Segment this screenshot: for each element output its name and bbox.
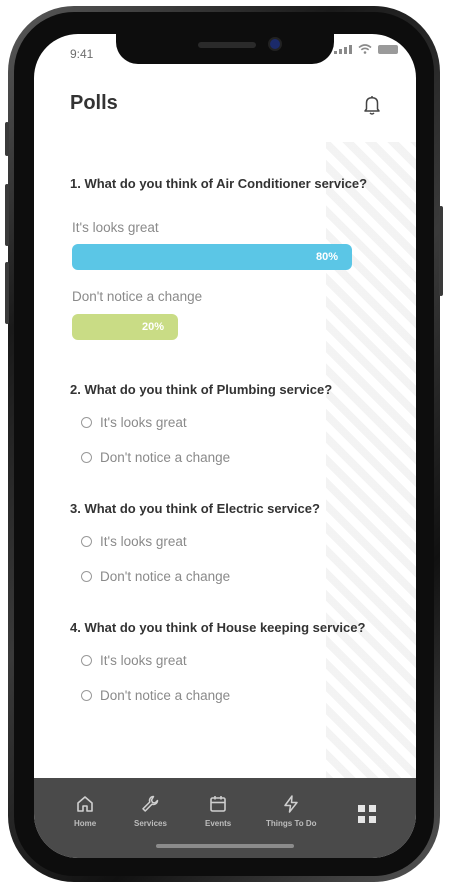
poll-result-label-1: It's looks great bbox=[72, 220, 159, 235]
mute-switch bbox=[5, 122, 9, 156]
poll-option-label: Don't notice a change bbox=[100, 569, 231, 584]
camera bbox=[268, 37, 282, 51]
poll-result-percent-2: 20% bbox=[141, 321, 164, 333]
radio-button[interactable] bbox=[81, 452, 92, 463]
tab-events[interactable]: Events bbox=[205, 794, 231, 828]
speaker bbox=[198, 42, 256, 48]
poll-result-bar-2: 20% bbox=[72, 314, 178, 340]
poll-option-label: Don't notice a change bbox=[100, 688, 231, 703]
radio-button[interactable] bbox=[81, 571, 92, 582]
calendar-icon bbox=[210, 796, 226, 812]
radio-button[interactable] bbox=[81, 690, 92, 701]
signal-icon bbox=[334, 44, 352, 54]
poll-option-label: Don't notice a change bbox=[100, 450, 231, 465]
background-pattern bbox=[326, 142, 416, 782]
battery-icon bbox=[378, 44, 398, 54]
poll-question-3: 3. What do you think of Electric service… bbox=[70, 501, 320, 516]
poll-option[interactable]: Don't notice a change bbox=[81, 688, 230, 703]
tab-label: Events bbox=[205, 819, 232, 828]
poll-option[interactable]: It's looks great bbox=[81, 415, 187, 430]
poll-option-label: It's looks great bbox=[100, 653, 187, 668]
tab-label: Things To Do bbox=[266, 819, 317, 828]
wrench-icon bbox=[142, 795, 159, 812]
home-icon bbox=[77, 796, 93, 812]
grid-menu-icon[interactable] bbox=[358, 805, 376, 823]
poll-result-percent-1: 80% bbox=[315, 251, 338, 263]
poll-option[interactable]: Don't notice a change bbox=[81, 450, 230, 465]
poll-option[interactable]: Don't notice a change bbox=[81, 569, 230, 584]
poll-question-1: 1. What do you think of Air Conditioner … bbox=[70, 176, 368, 191]
tab-label: Services bbox=[134, 819, 167, 828]
poll-question-4: 4. What do you think of House keeping se… bbox=[70, 620, 366, 635]
tab-things-to-do[interactable]: Things To Do bbox=[266, 794, 317, 828]
radio-button[interactable] bbox=[81, 655, 92, 666]
notch bbox=[116, 34, 334, 64]
page-title: Polls bbox=[70, 92, 118, 114]
notification-bell-icon[interactable] bbox=[362, 94, 382, 116]
volume-up-button bbox=[5, 184, 9, 246]
app-screen: 9:41 Polls 1. What do you think of Air C… bbox=[34, 34, 416, 858]
volume-down-button bbox=[5, 262, 9, 324]
poll-question-2: 2. What do you think of Plumbing service… bbox=[70, 382, 333, 397]
tab-label: Home bbox=[74, 819, 97, 828]
lightning-icon bbox=[284, 795, 298, 813]
wifi-icon bbox=[358, 44, 372, 54]
poll-option-label: It's looks great bbox=[100, 415, 187, 430]
poll-result-bar-1: 80% bbox=[72, 244, 352, 270]
home-indicator bbox=[156, 844, 294, 848]
bottom-tab-bar: Home Services Events Things To Do bbox=[34, 778, 416, 858]
status-time: 9:41 bbox=[70, 47, 94, 61]
power-button bbox=[439, 206, 443, 296]
poll-option[interactable]: It's looks great bbox=[81, 653, 187, 668]
tab-home[interactable]: Home bbox=[74, 794, 96, 828]
radio-button[interactable] bbox=[81, 536, 92, 547]
status-icons bbox=[334, 44, 398, 54]
radio-button[interactable] bbox=[81, 417, 92, 428]
poll-option[interactable]: It's looks great bbox=[81, 534, 187, 549]
tab-services[interactable]: Services bbox=[134, 794, 167, 828]
poll-option-label: It's looks great bbox=[100, 534, 187, 549]
poll-result-label-2: Don't notice a change bbox=[72, 289, 203, 304]
